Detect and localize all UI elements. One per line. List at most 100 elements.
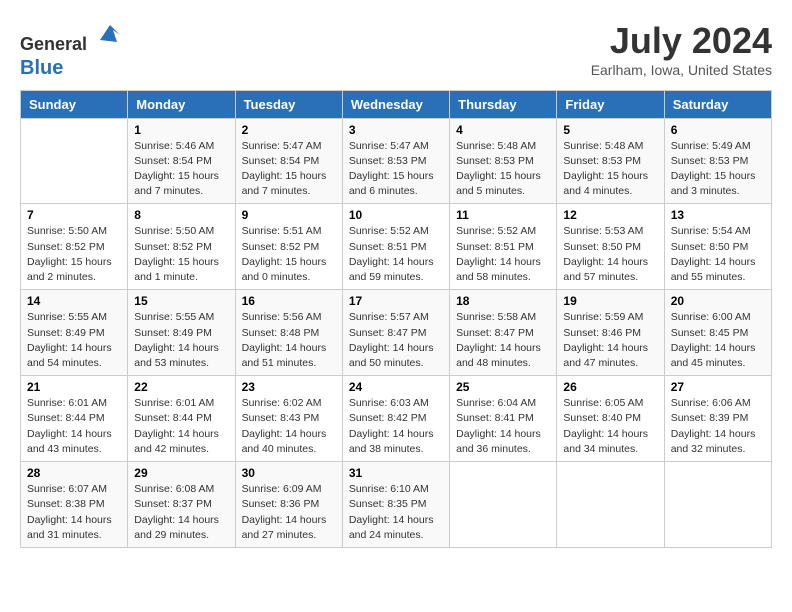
- day-detail: Sunrise: 5:58 AM Sunset: 8:47 PM Dayligh…: [456, 310, 550, 371]
- day-detail: Sunrise: 5:50 AM Sunset: 8:52 PM Dayligh…: [134, 224, 228, 285]
- calendar-table: SundayMondayTuesdayWednesdayThursdayFrid…: [20, 90, 772, 548]
- calendar-day-cell: 25 Sunrise: 6:04 AM Sunset: 8:41 PM Dayli…: [450, 376, 557, 462]
- calendar-day-cell: 9Sunrise: 5:51 AM Sunset: 8:52 PM Daylig…: [235, 204, 342, 290]
- logo-general: General: [20, 34, 87, 54]
- calendar-day-cell: 3Sunrise: 5:47 AM Sunset: 8:53 PM Daylig…: [342, 118, 449, 204]
- day-detail: Sunrise: 6:07 AM Sunset: 8:38 PM Dayligh…: [27, 482, 121, 543]
- calendar-week-row: 28 Sunrise: 6:07 AM Sunset: 8:38 PM Dayli…: [21, 462, 772, 548]
- logo-blue: Blue: [20, 56, 125, 80]
- weekday-header: Sunday: [21, 90, 128, 118]
- day-number: 6: [671, 123, 765, 137]
- calendar-day-cell: 24 Sunrise: 6:03 AM Sunset: 8:42 PM Dayli…: [342, 376, 449, 462]
- calendar-day-cell: 6 Sunrise: 5:49 AM Sunset: 8:53 PM Daylig…: [664, 118, 771, 204]
- calendar-day-cell: 30 Sunrise: 6:09 AM Sunset: 8:36 PM Dayli…: [235, 462, 342, 548]
- day-number: 20: [671, 294, 765, 308]
- day-number: 10: [349, 208, 443, 222]
- day-number: 12: [563, 208, 657, 222]
- day-detail: Sunrise: 5:47 AM Sunset: 8:53 PM Dayligh…: [349, 139, 443, 200]
- day-number: 22: [134, 380, 228, 394]
- calendar-day-cell: 20 Sunrise: 6:00 AM Sunset: 8:45 PM Dayli…: [664, 290, 771, 376]
- day-detail: Sunrise: 6:03 AM Sunset: 8:42 PM Dayligh…: [349, 396, 443, 457]
- day-detail: Sunrise: 6:10 AM Sunset: 8:35 PM Dayligh…: [349, 482, 443, 543]
- day-detail: Sunrise: 6:06 AM Sunset: 8:39 PM Dayligh…: [671, 396, 765, 457]
- calendar-day-cell: 10 Sunrise: 5:52 AM Sunset: 8:51 PM Dayli…: [342, 204, 449, 290]
- day-number: 21: [27, 380, 121, 394]
- calendar-week-row: 7 Sunrise: 5:50 AM Sunset: 8:52 PM Daylig…: [21, 204, 772, 290]
- day-number: 17: [349, 294, 443, 308]
- day-number: 9: [242, 208, 336, 222]
- day-number: 13: [671, 208, 765, 222]
- day-detail: Sunrise: 6:01 AM Sunset: 8:44 PM Dayligh…: [134, 396, 228, 457]
- weekday-header: Friday: [557, 90, 664, 118]
- logo-bird-icon: [95, 20, 125, 50]
- day-number: 28: [27, 466, 121, 480]
- day-detail: Sunrise: 6:02 AM Sunset: 8:43 PM Dayligh…: [242, 396, 336, 457]
- day-detail: Sunrise: 5:49 AM Sunset: 8:53 PM Dayligh…: [671, 139, 765, 200]
- day-detail: Sunrise: 5:56 AM Sunset: 8:48 PM Dayligh…: [242, 310, 336, 371]
- day-detail: Sunrise: 5:50 AM Sunset: 8:52 PM Dayligh…: [27, 224, 121, 285]
- calendar-day-cell: 8 Sunrise: 5:50 AM Sunset: 8:52 PM Daylig…: [128, 204, 235, 290]
- calendar-day-cell: 16 Sunrise: 5:56 AM Sunset: 8:48 PM Dayli…: [235, 290, 342, 376]
- day-detail: Sunrise: 6:09 AM Sunset: 8:36 PM Dayligh…: [242, 482, 336, 543]
- day-number: 2: [242, 123, 336, 137]
- calendar-day-cell: 29Sunrise: 6:08 AM Sunset: 8:37 PM Dayli…: [128, 462, 235, 548]
- day-detail: Sunrise: 5:53 AM Sunset: 8:50 PM Dayligh…: [563, 224, 657, 285]
- weekday-header: Wednesday: [342, 90, 449, 118]
- calendar-day-cell: 13 Sunrise: 5:54 AM Sunset: 8:50 PM Dayli…: [664, 204, 771, 290]
- calendar-day-cell: 27 Sunrise: 6:06 AM Sunset: 8:39 PM Dayli…: [664, 376, 771, 462]
- day-number: 26: [563, 380, 657, 394]
- day-detail: Sunrise: 5:52 AM Sunset: 8:51 PM Dayligh…: [349, 224, 443, 285]
- day-number: 19: [563, 294, 657, 308]
- day-number: 5: [563, 123, 657, 137]
- logo: General Blue: [20, 20, 125, 80]
- day-number: 8: [134, 208, 228, 222]
- day-number: 25: [456, 380, 550, 394]
- day-number: 14: [27, 294, 121, 308]
- day-number: 16: [242, 294, 336, 308]
- day-number: 11: [456, 208, 550, 222]
- calendar-day-cell: 5 Sunrise: 5:48 AM Sunset: 8:53 PM Daylig…: [557, 118, 664, 204]
- day-number: 27: [671, 380, 765, 394]
- day-number: 24: [349, 380, 443, 394]
- day-number: 30: [242, 466, 336, 480]
- calendar-day-cell: 7 Sunrise: 5:50 AM Sunset: 8:52 PM Daylig…: [21, 204, 128, 290]
- weekday-header: Monday: [128, 90, 235, 118]
- day-number: 29: [134, 466, 228, 480]
- weekday-header: Tuesday: [235, 90, 342, 118]
- calendar-day-cell: 11Sunrise: 5:52 AM Sunset: 8:51 PM Dayli…: [450, 204, 557, 290]
- day-detail: Sunrise: 5:48 AM Sunset: 8:53 PM Dayligh…: [456, 139, 550, 200]
- day-number: 31: [349, 466, 443, 480]
- calendar-day-cell: 26Sunrise: 6:05 AM Sunset: 8:40 PM Dayli…: [557, 376, 664, 462]
- day-number: 7: [27, 208, 121, 222]
- page-header: General Blue July 2024 Earlham, Iowa, Un…: [20, 20, 772, 80]
- day-detail: Sunrise: 5:55 AM Sunset: 8:49 PM Dayligh…: [134, 310, 228, 371]
- calendar-day-cell: [664, 462, 771, 548]
- day-detail: Sunrise: 6:00 AM Sunset: 8:45 PM Dayligh…: [671, 310, 765, 371]
- calendar-week-row: 1 Sunrise: 5:46 AM Sunset: 8:54 PM Daylig…: [21, 118, 772, 204]
- day-number: 15: [134, 294, 228, 308]
- month-year-title: July 2024: [591, 20, 772, 62]
- day-number: 18: [456, 294, 550, 308]
- day-detail: Sunrise: 6:04 AM Sunset: 8:41 PM Dayligh…: [456, 396, 550, 457]
- day-detail: Sunrise: 5:48 AM Sunset: 8:53 PM Dayligh…: [563, 139, 657, 200]
- calendar-day-cell: [450, 462, 557, 548]
- calendar-day-cell: 12 Sunrise: 5:53 AM Sunset: 8:50 PM Dayli…: [557, 204, 664, 290]
- day-detail: Sunrise: 5:54 AM Sunset: 8:50 PM Dayligh…: [671, 224, 765, 285]
- day-number: 4: [456, 123, 550, 137]
- location-subtitle: Earlham, Iowa, United States: [591, 62, 772, 78]
- calendar-day-cell: 15 Sunrise: 5:55 AM Sunset: 8:49 PM Dayli…: [128, 290, 235, 376]
- day-detail: Sunrise: 5:46 AM Sunset: 8:54 PM Dayligh…: [134, 139, 228, 200]
- day-detail: Sunrise: 6:01 AM Sunset: 8:44 PM Dayligh…: [27, 396, 121, 457]
- weekday-header: Saturday: [664, 90, 771, 118]
- day-number: 1: [134, 123, 228, 137]
- calendar-day-cell: 19Sunrise: 5:59 AM Sunset: 8:46 PM Dayli…: [557, 290, 664, 376]
- calendar-week-row: 14 Sunrise: 5:55 AM Sunset: 8:49 PM Dayli…: [21, 290, 772, 376]
- day-detail: Sunrise: 5:57 AM Sunset: 8:47 PM Dayligh…: [349, 310, 443, 371]
- calendar-day-cell: 17 Sunrise: 5:57 AM Sunset: 8:47 PM Dayli…: [342, 290, 449, 376]
- calendar-day-cell: [557, 462, 664, 548]
- calendar-day-cell: 2Sunrise: 5:47 AM Sunset: 8:54 PM Daylig…: [235, 118, 342, 204]
- calendar-day-cell: 21 Sunrise: 6:01 AM Sunset: 8:44 PM Dayli…: [21, 376, 128, 462]
- calendar-day-cell: 31 Sunrise: 6:10 AM Sunset: 8:35 PM Dayli…: [342, 462, 449, 548]
- calendar-day-cell: 14Sunrise: 5:55 AM Sunset: 8:49 PM Dayli…: [21, 290, 128, 376]
- calendar-day-cell: 4 Sunrise: 5:48 AM Sunset: 8:53 PM Daylig…: [450, 118, 557, 204]
